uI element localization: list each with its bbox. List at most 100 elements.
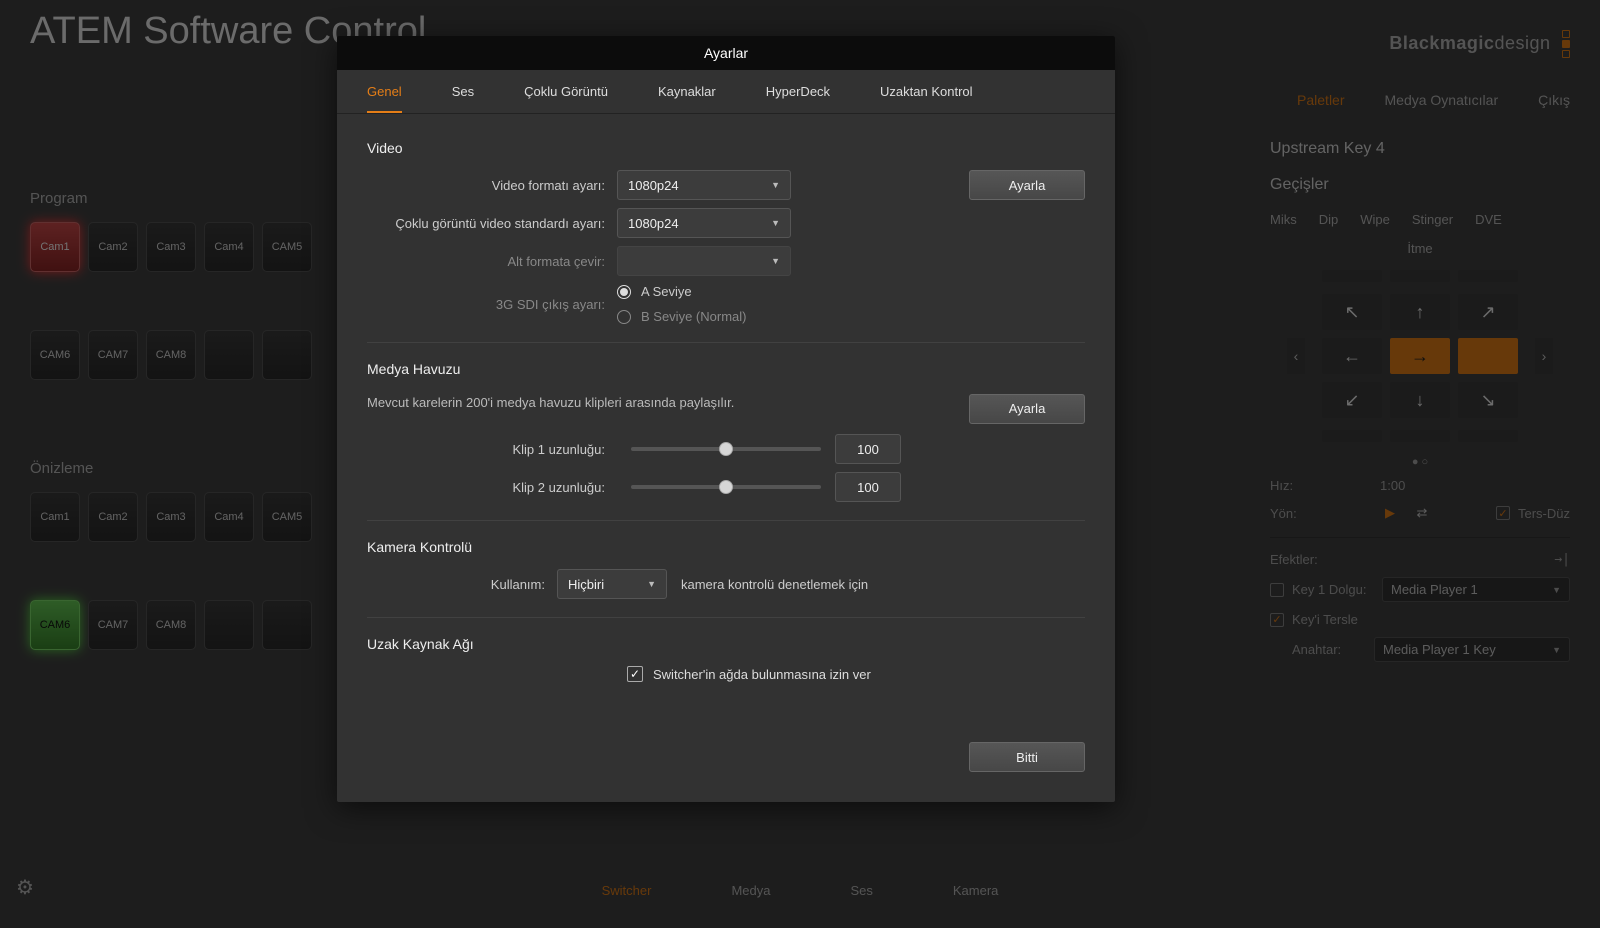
video-format-select[interactable]: 1080p24▼ (617, 170, 791, 200)
clip1-slider[interactable] (631, 447, 821, 451)
dir-next-icon[interactable]: › (1535, 338, 1553, 374)
clip1-value[interactable]: 100 (835, 434, 901, 464)
modal-title: Ayarlar (337, 36, 1115, 70)
pgm-cam2[interactable]: Cam2 (88, 222, 138, 272)
chevron-down-icon: ▼ (647, 579, 656, 589)
tab-genel[interactable]: Genel (367, 70, 402, 113)
loop-icon[interactable]: ⇄ (1412, 503, 1432, 523)
dir-sw-icon[interactable]: ↙ (1322, 382, 1382, 418)
slider-thumb-icon[interactable] (719, 442, 733, 456)
dir-n-icon[interactable]: ↑ (1390, 294, 1450, 330)
dir-nw-icon[interactable]: ↖ (1322, 294, 1382, 330)
pvw-empty[interactable]: x (204, 600, 254, 650)
tab-ses[interactable]: Ses (452, 70, 474, 113)
pgm-cam3[interactable]: Cam3 (146, 222, 196, 272)
trans-tab-wipe[interactable]: Wipe (1360, 212, 1390, 227)
effects-value[interactable]: →| (1554, 552, 1570, 567)
dir-pad[interactable] (1458, 430, 1518, 442)
camera-use-label: Kullanım: (367, 577, 557, 592)
nav-medya[interactable]: Medya (731, 883, 770, 898)
key-select[interactable]: Media Player 1 Key▼ (1374, 637, 1570, 662)
tab-paletler[interactable]: Paletler (1297, 92, 1344, 108)
pgm-empty[interactable]: x (204, 330, 254, 380)
pgm-cam4[interactable]: Cam4 (204, 222, 254, 272)
nav-ses[interactable]: Ses (850, 883, 872, 898)
play-icon[interactable]: ▶ (1380, 503, 1400, 523)
invert-label: Key'i Tersle (1292, 612, 1358, 627)
tab-cikis[interactable]: Çıkış (1538, 92, 1570, 108)
key-label: Anahtar: (1270, 642, 1374, 657)
sdi-level-a-radio[interactable] (617, 285, 631, 299)
tab-uzaktan-kontrol[interactable]: Uzaktan Kontrol (880, 70, 973, 113)
dir-se-icon[interactable]: ↘ (1458, 382, 1518, 418)
allow-network-label: Switcher'in ağda bulunmasına izin ver (653, 667, 871, 682)
pgm-cam6[interactable]: CAM6 (30, 330, 80, 380)
dir-pad[interactable] (1322, 270, 1382, 282)
preview-label: Önizleme (30, 460, 93, 477)
pvw-cam1[interactable]: Cam1 (30, 492, 80, 542)
page-indicator: ● ○ (1270, 456, 1570, 468)
pvw-cam2[interactable]: Cam2 (88, 492, 138, 542)
reverse-checkbox[interactable] (1496, 506, 1510, 520)
program-label: Program (30, 190, 88, 207)
slider-thumb-icon[interactable] (719, 480, 733, 494)
tab-coklu-goruntu[interactable]: Çoklu Görüntü (524, 70, 608, 113)
pvw-cam5[interactable]: CAM5 (262, 492, 312, 542)
done-button[interactable]: Bitti (969, 742, 1085, 772)
dir-pad[interactable] (1390, 270, 1450, 282)
chevron-down-icon: ▼ (771, 180, 780, 190)
tab-kaynaklar[interactable]: Kaynaklar (658, 70, 716, 113)
dir-pad[interactable] (1322, 430, 1382, 442)
nav-kamera[interactable]: Kamera (953, 883, 999, 898)
dir-s-icon[interactable]: ↓ (1390, 382, 1450, 418)
pvw-cam3[interactable]: Cam3 (146, 492, 196, 542)
trans-tab-stinger[interactable]: Stinger (1412, 212, 1453, 227)
dir-e-icon[interactable]: → (1390, 338, 1450, 374)
tab-hyperdeck[interactable]: HyperDeck (766, 70, 830, 113)
dir-prev-icon[interactable]: ‹ (1287, 338, 1305, 374)
pvw-cam4[interactable]: Cam4 (204, 492, 254, 542)
trans-tab-dip[interactable]: Dip (1319, 212, 1339, 227)
video-set-button[interactable]: Ayarla (969, 170, 1085, 200)
dir-pad[interactable] (1390, 430, 1450, 442)
dir-e-slot[interactable] (1458, 338, 1518, 374)
sdi-level-b-radio[interactable] (617, 310, 631, 324)
pvw-cam8[interactable]: CAM8 (146, 600, 196, 650)
downconvert-label: Alt formata çevir: (367, 254, 617, 269)
pvw-cam6[interactable]: CAM6 (30, 600, 80, 650)
multiview-format-select[interactable]: 1080p24▼ (617, 208, 791, 238)
gear-icon[interactable]: ⚙ (16, 875, 34, 900)
camera-control-title: Kamera Kontrolü (367, 539, 1085, 555)
pgm-cam5[interactable]: CAM5 (262, 222, 312, 272)
fill-select[interactable]: Media Player 1▼ (1382, 577, 1570, 602)
remote-net-title: Uzak Kaynak Ağı (367, 636, 1085, 652)
pgm-cam7[interactable]: CAM7 (88, 330, 138, 380)
trans-tab-miks[interactable]: Miks (1270, 212, 1297, 227)
video-format-label: Video formatı ayarı: (367, 178, 617, 193)
pgm-empty[interactable]: x (262, 330, 312, 380)
pvw-cam7[interactable]: CAM7 (88, 600, 138, 650)
pvw-empty[interactable]: x (262, 600, 312, 650)
settings-modal: Ayarlar Genel Ses Çoklu Görüntü Kaynakla… (337, 36, 1115, 802)
sdi-output-label: 3G SDI çıkış ayarı: (367, 297, 617, 312)
media-set-button[interactable]: Ayarla (969, 394, 1085, 424)
invert-checkbox[interactable] (1270, 613, 1284, 627)
sdi-level-a-label: A Seviye (641, 284, 692, 299)
clip2-slider[interactable] (631, 485, 821, 489)
tab-medya-oynaticilar[interactable]: Medya Oynatıcılar (1385, 92, 1499, 108)
chevron-down-icon: ▼ (771, 256, 780, 266)
fill-checkbox[interactable] (1270, 583, 1284, 597)
allow-network-checkbox[interactable] (627, 666, 643, 682)
dir-w-icon[interactable]: ← (1322, 338, 1382, 374)
clip2-value[interactable]: 100 (835, 472, 901, 502)
dir-ne-icon[interactable]: ↗ (1458, 294, 1518, 330)
trans-tab-dve[interactable]: DVE (1475, 212, 1502, 227)
pgm-cam8[interactable]: CAM8 (146, 330, 196, 380)
pgm-cam1[interactable]: Cam1 (30, 222, 80, 272)
nav-switcher[interactable]: Switcher (602, 883, 652, 898)
downconvert-select[interactable]: ▼ (617, 246, 791, 276)
dir-pad[interactable] (1458, 270, 1518, 282)
fill-label: Key 1 Dolgu: (1292, 582, 1382, 597)
speed-value[interactable]: 1:00 (1380, 478, 1405, 493)
camera-use-select[interactable]: Hiçbiri▼ (557, 569, 667, 599)
